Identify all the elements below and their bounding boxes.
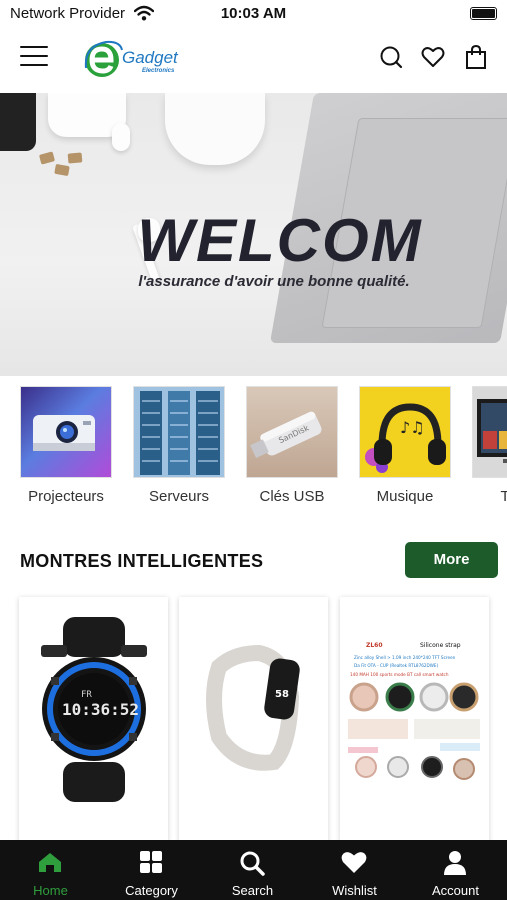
tab-search[interactable]: Search (202, 840, 303, 900)
category-musique[interactable]: ♪♫ Musique (359, 386, 451, 505)
banner-headline: WELCOM (137, 207, 423, 274)
svg-text:♪♫: ♪♫ (400, 418, 425, 437)
digital-watch-image: FR 10:36:52 (41, 617, 147, 802)
product-card[interactable]: ZL60 Silicone strap Zinc alloy Shell > 1… (340, 597, 489, 842)
category-serveurs[interactable]: Serveurs (133, 386, 225, 505)
category-scroller[interactable]: Projecteurs Serveurs SanDisk Clés USB ♪♫… (20, 386, 507, 526)
heart-icon (341, 852, 367, 873)
sim-card (67, 152, 83, 164)
airpod-left (112, 123, 130, 151)
category-telec[interactable]: Telec (472, 386, 507, 505)
section-title: MONTRES INTELLIGENTES (20, 551, 264, 571)
more-button[interactable]: More (405, 542, 498, 578)
category-thumbnail (20, 386, 112, 478)
headphones-icon: ♪♫ (365, 403, 446, 473)
heart-icon[interactable] (420, 44, 446, 70)
home-icon (39, 853, 61, 872)
sim-card (54, 163, 70, 177)
product-card[interactable]: FR 10:36:52 (19, 597, 168, 842)
category-label: Telec (500, 488, 507, 505)
category-label: Serveurs (148, 488, 210, 505)
tab-label: Wishlist (332, 883, 377, 898)
category-label: Musique (376, 488, 434, 505)
logo-text: Gadget (122, 48, 178, 67)
app-header: Gadget Electronics (0, 30, 507, 92)
fitness-band-image: 58 (206, 644, 300, 771)
watch-display-time: 10:36:52 (62, 700, 139, 719)
tab-account[interactable]: Account (405, 840, 506, 900)
collage-strap: Silicone strap (420, 642, 461, 649)
collage-line: 140 MAH 100 sports mode BT call smart wa… (350, 672, 449, 677)
product-card[interactable]: 58 (179, 597, 328, 842)
collage-line: Zinc alloy Shell > 1.09 inch 240*240 TFT… (354, 655, 456, 660)
server-rack-icon (140, 391, 220, 475)
user-icon (444, 851, 466, 875)
brand-logo[interactable]: Gadget Electronics (80, 36, 190, 82)
mouse-photo (165, 93, 265, 165)
collage-line: Da Fit OTA - CUP (Realtek RTL8762DWE) (354, 663, 439, 668)
category-cles-usb[interactable]: SanDisk Clés USB (246, 386, 338, 505)
logo-subtext: Electronics (142, 68, 175, 74)
category-thumbnail (133, 386, 225, 478)
status-time: 10:03 AM (220, 5, 287, 22)
product-list[interactable]: FR 10:36:52 58 ZL60 Silicone strap Zinc … (0, 597, 507, 842)
status-bar: Network Provider 10:03 AM (0, 0, 507, 30)
tab-label: Category (125, 883, 178, 898)
smartwatch-collage-image: ZL60 Silicone strap Zinc alloy Shell > 1… (348, 642, 480, 780)
collage-model: ZL60 (366, 642, 383, 649)
bottom-tab-bar: Home Category Search Wishlist Account (0, 840, 507, 900)
sim-card (38, 151, 56, 165)
category-thumbnail (472, 386, 507, 478)
category-projecteurs[interactable]: Projecteurs (20, 386, 112, 505)
battery-icon (470, 7, 497, 20)
shopping-bag-icon[interactable] (463, 44, 489, 70)
phone-photo (0, 93, 36, 151)
usb-drive-icon: SanDisk (250, 411, 322, 458)
logo-e-mark (84, 40, 123, 77)
band-display-value: 58 (275, 689, 289, 700)
banner-tagline: l'assurance d'avoir une bonne qualité. (138, 273, 410, 290)
search-icon (240, 851, 265, 876)
tab-home[interactable]: Home (0, 840, 101, 900)
search-icon[interactable] (378, 44, 404, 70)
hero-banner[interactable]: WELCOM l'assurance d'avoir une bonne qua… (0, 93, 507, 376)
tab-label: Account (432, 883, 479, 898)
tab-label: Home (33, 883, 68, 898)
menu-icon[interactable] (20, 46, 48, 66)
category-thumbnail: ♪♫ (359, 386, 451, 478)
grid-icon (140, 851, 162, 873)
watch-display-top: FR (81, 690, 92, 700)
category-label: Clés USB (259, 488, 325, 505)
tab-label: Search (231, 883, 274, 898)
category-thumbnail: SanDisk (246, 386, 338, 478)
category-label: Projecteurs (28, 488, 104, 505)
tab-category[interactable]: Category (101, 840, 202, 900)
projector-icon (33, 415, 95, 451)
tab-wishlist[interactable]: Wishlist (304, 840, 405, 900)
television-icon (477, 399, 507, 463)
